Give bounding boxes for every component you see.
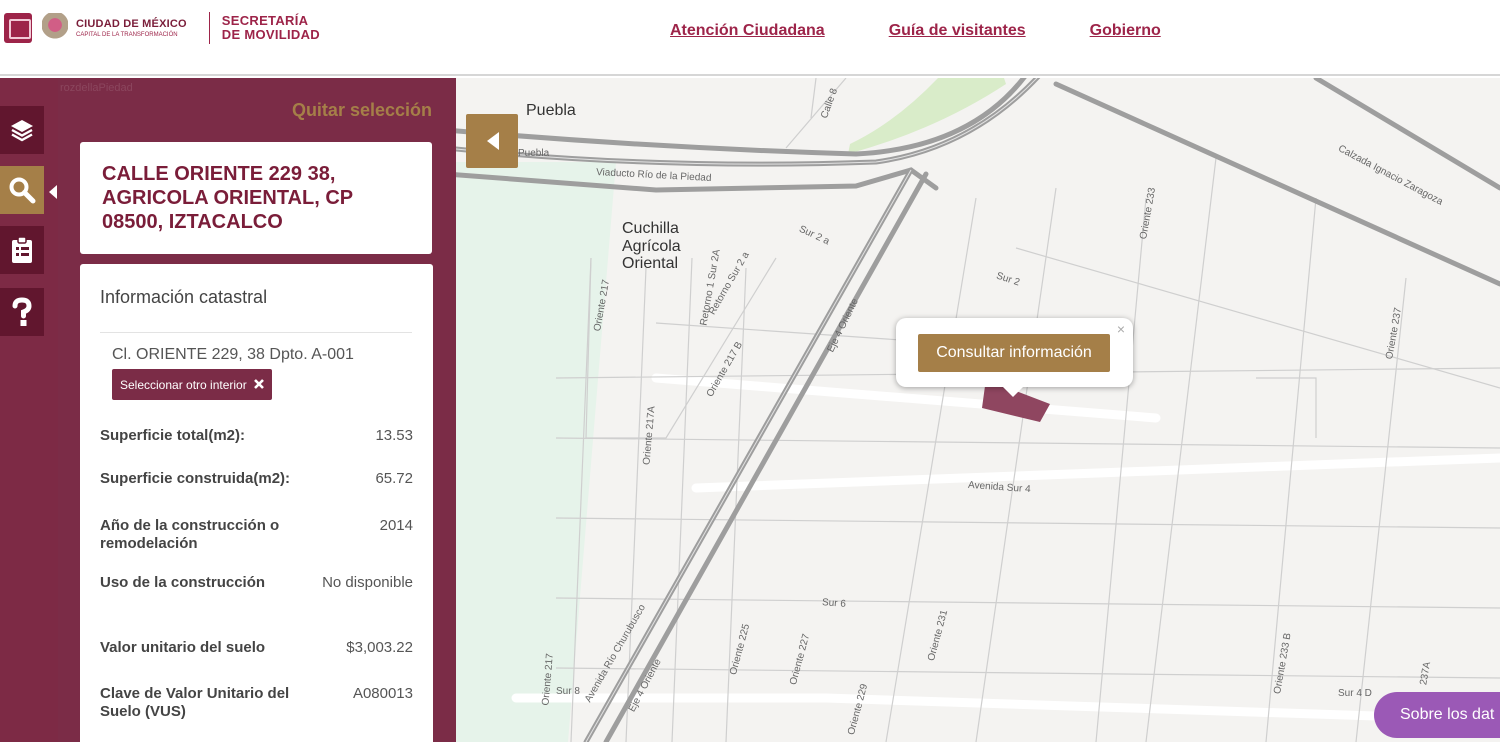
info-row-value: 13.53: [375, 427, 413, 444]
info-row-label: Superficie construida(m2):: [100, 470, 291, 487]
selected-address: CALLE ORIENTE 229 38, AGRICOLA ORIENTAL,…: [80, 142, 432, 254]
clipboard-icon: [12, 236, 32, 263]
city-tagline: CAPITAL DE LA TRANSFORMACIÓN: [76, 31, 178, 38]
info-row-label: Valor unitario del suelo: [100, 639, 266, 656]
cadastral-info-card: Información catastral Cl. ORIENTE 229, 3…: [80, 264, 433, 742]
info-row-label: Uso de la construcción: [100, 574, 266, 591]
map-label-cuchilla: Cuchilla Agrícola Oriental: [622, 220, 681, 273]
info-row-value: 65.72: [375, 470, 413, 487]
about-data-button[interactable]: Sobre los dat: [1374, 692, 1500, 738]
top-header: CIUDAD DE MÉXICO CAPITAL DE LA TRANSFORM…: [0, 0, 1500, 76]
popup-close-icon[interactable]: ×: [1117, 321, 1125, 337]
info-row-label: Superficie total(m2):: [100, 427, 246, 444]
info-row-construction-use: Uso de la construcción No disponible: [100, 574, 413, 592]
nav-gobierno[interactable]: Gobierno: [1090, 22, 1161, 40]
city-name: CIUDAD DE MÉXICO: [76, 17, 187, 30]
info-row-label: Año de la construcción o remodelación: [100, 517, 280, 552]
top-nav: Atención Ciudadana Guía de visitantes Go…: [670, 22, 1161, 40]
map-canvas[interactable]: Puebla Puebla Viaducto Río de la Piedad …: [456, 78, 1500, 742]
info-row-land-value: Valor unitario del suelo $3,003.22: [100, 639, 413, 657]
logo-divider: [208, 12, 210, 44]
select-other-interior-label: Seleccionar otro interior: [120, 377, 247, 392]
map-label-puebla-small: Puebla: [518, 148, 550, 159]
nav-guia-visitantes[interactable]: Guía de visitantes: [889, 22, 1026, 40]
map-label-sur8: Sur 8: [556, 686, 580, 697]
agency-name: SECRETARÍA DE MOVILIDAD: [221, 12, 320, 43]
map-label-sur4d: Sur 4 D: [1338, 688, 1372, 699]
report-button[interactable]: [0, 226, 44, 274]
help-button[interactable]: [0, 288, 44, 336]
info-row-value: No disponible: [322, 574, 413, 591]
info-panel: rozdellaPiedad Quitar selección CALLE OR…: [58, 78, 456, 742]
search-icon: [9, 177, 36, 204]
info-row-surface-built: Superficie construida(m2): 65.72: [100, 470, 413, 488]
info-row-surface-total: Superficie total(m2): 13.53: [100, 427, 413, 445]
agency-name-line2: DE MOVILIDAD: [221, 27, 320, 42]
collapse-panel-button[interactable]: [466, 114, 518, 168]
help-icon: [12, 297, 32, 326]
city-logo-text: CIUDAD DE MÉXICO CAPITAL DE LA TRANSFORM…: [76, 17, 187, 38]
agency-name-line1: SECRETARÍA: [221, 12, 309, 28]
tool-rail: [0, 78, 58, 742]
map-label-sur6: Sur 6: [821, 597, 847, 610]
city-seal-icon: [42, 13, 68, 43]
clear-selection-link[interactable]: Quitar selección: [292, 100, 432, 121]
info-row-construction-year: Año de la construcción o remodelación 20…: [100, 517, 413, 553]
active-tool-caret-icon: [49, 185, 57, 199]
select-other-interior-button[interactable]: Seleccionar otro interior: [112, 369, 273, 400]
divider: [100, 332, 412, 333]
coat-of-arms-icon: [4, 13, 32, 43]
consult-info-button[interactable]: Consultar información: [918, 334, 1110, 372]
info-row-value: $3,003.22: [346, 639, 413, 656]
close-icon: [254, 378, 264, 389]
logo-block[interactable]: CIUDAD DE MÉXICO CAPITAL DE LA TRANSFORM…: [4, 12, 320, 44]
info-row-label: Clave de Valor Unitario del Suelo (VUS): [100, 685, 290, 720]
map-label-puebla: Puebla: [526, 102, 576, 119]
nav-atencion-ciudadana[interactable]: Atención Ciudadana: [670, 22, 825, 40]
info-row-vus-key: Clave de Valor Unitario del Suelo (VUS) …: [100, 685, 413, 721]
layers-icon: [11, 120, 33, 142]
cadastral-info-title: Información catastral: [100, 287, 268, 307]
layers-button[interactable]: [0, 106, 44, 154]
info-row-value: 2014: [379, 517, 413, 534]
interior-unit: Cl. ORIENTE 229, 38 Dpto. A-001: [112, 346, 354, 363]
search-button[interactable]: [0, 166, 44, 214]
info-row-value: A080013: [352, 685, 413, 702]
map-popup: × Consultar información: [896, 318, 1133, 397]
